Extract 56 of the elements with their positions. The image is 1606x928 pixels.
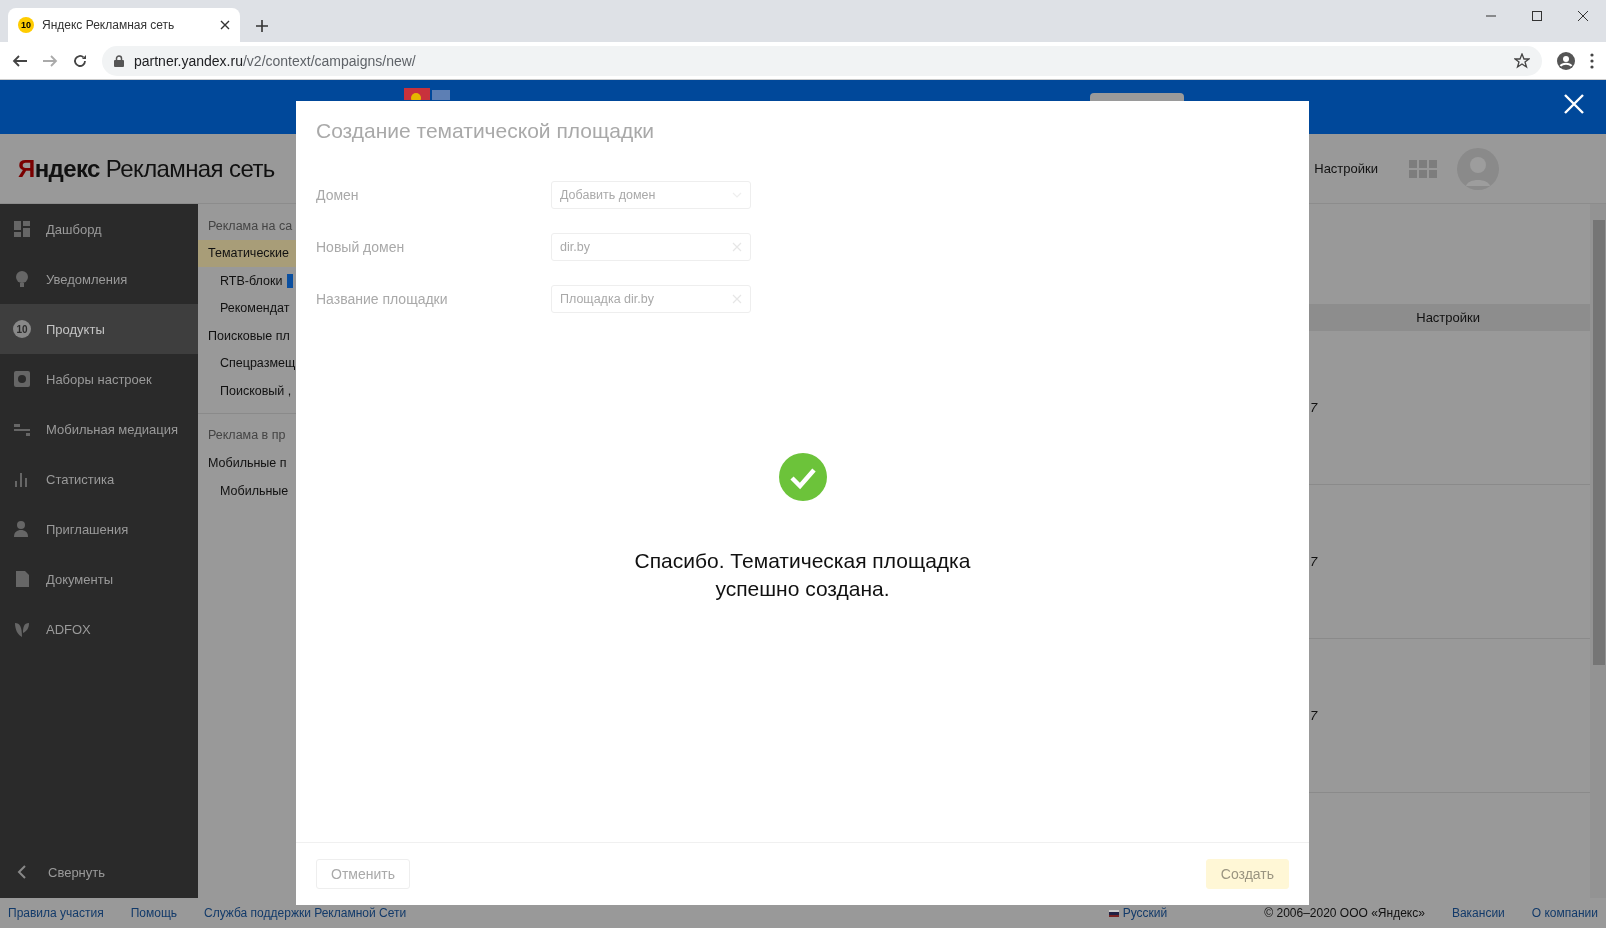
menu-item-icon	[12, 219, 32, 239]
submenu-item[interactable]: Тематические	[198, 239, 296, 267]
submenu-item[interactable]: Спецразмещ	[198, 349, 296, 377]
dialog-title: Создание тематической площадки	[316, 119, 656, 143]
submenu-item[interactable]: Поисковые пл	[198, 322, 296, 350]
sidebar-item[interactable]: Уведомления	[0, 254, 198, 304]
menu-item-icon	[12, 369, 32, 389]
table-cell: 7	[1310, 554, 1318, 569]
submenu-item[interactable]: Мобильные п	[198, 449, 296, 477]
logo[interactable]: Яндекс Рекламная сеть	[18, 154, 275, 183]
browser-tab[interactable]: 10 Яндекс Рекламная сеть	[8, 8, 240, 42]
section-heading: Реклама на са	[207, 217, 294, 235]
footer-link[interactable]: Помощь	[130, 906, 178, 920]
footer-link[interactable]: Правила участия	[8, 906, 104, 920]
account-icon[interactable]	[1556, 50, 1576, 71]
scrollbar[interactable]	[1590, 204, 1606, 898]
field-label: Название площадки	[316, 291, 449, 307]
tab-title: Яндекс Рекламная сеть	[42, 18, 176, 32]
table-cell: 7	[1310, 400, 1318, 415]
submenu-item[interactable]: Поисковый ,	[198, 377, 296, 405]
sidebar-item[interactable]: 10 Продукты	[0, 304, 198, 354]
collapse-button[interactable]: Свернуть	[0, 846, 198, 898]
reload-icon[interactable]	[72, 52, 88, 69]
footer-link[interactable]: О компании	[1531, 906, 1598, 920]
close-icon[interactable]	[220, 20, 230, 30]
footer-link[interactable]: Служба поддержки Рекламной Сети	[204, 906, 407, 920]
menu-icon[interactable]	[1590, 52, 1594, 69]
language-link[interactable]: Русский	[1122, 906, 1168, 920]
plus-icon[interactable]	[256, 20, 268, 32]
count-badge: 10	[13, 320, 31, 338]
column-header: Настройки	[1309, 304, 1590, 331]
flag-icon	[1108, 909, 1119, 917]
favicon: 10	[18, 17, 34, 33]
sidebar-item[interactable]: Документы	[0, 554, 198, 604]
address-bar[interactable]: partner.yandex.ru/v2/context/campaigns/new/	[102, 45, 1542, 76]
lock-icon	[114, 54, 124, 67]
copyright: © 2006–2020 ООО «Яндекс»	[1264, 906, 1425, 920]
submenu-item[interactable]: RTB-блоки	[198, 267, 296, 295]
star-icon[interactable]	[1514, 52, 1530, 69]
field-label: Домен	[316, 187, 360, 203]
submenu-item[interactable]: Мобильные	[198, 477, 296, 505]
sidebar-item[interactable]: Мобильная медиация	[0, 404, 198, 454]
sidebar-item[interactable]: Наборы настроек	[0, 354, 198, 404]
submenu-item[interactable]: Рекомендат	[198, 294, 296, 322]
footer-link[interactable]: Вакансии	[1451, 906, 1505, 920]
table-cell: 7	[1310, 708, 1318, 723]
sidebar-item[interactable]: Дашборд	[0, 204, 198, 254]
back-icon[interactable]	[12, 52, 28, 69]
success-message: Спасибо. Тематическая площадка успешно создана.	[633, 548, 972, 602]
success-check-icon	[778, 453, 827, 501]
sidebar-item[interactable]: Приглашения	[0, 504, 198, 554]
settings-link[interactable]: Настройки	[1314, 161, 1378, 176]
sidebar-item[interactable]: ADFOX	[0, 604, 198, 654]
url-text: partner.yandex.ru/v2/context/campaigns/new/	[134, 52, 416, 69]
sidebar-item[interactable]: Статистика	[0, 454, 198, 504]
field-label: Новый домен	[316, 239, 406, 255]
